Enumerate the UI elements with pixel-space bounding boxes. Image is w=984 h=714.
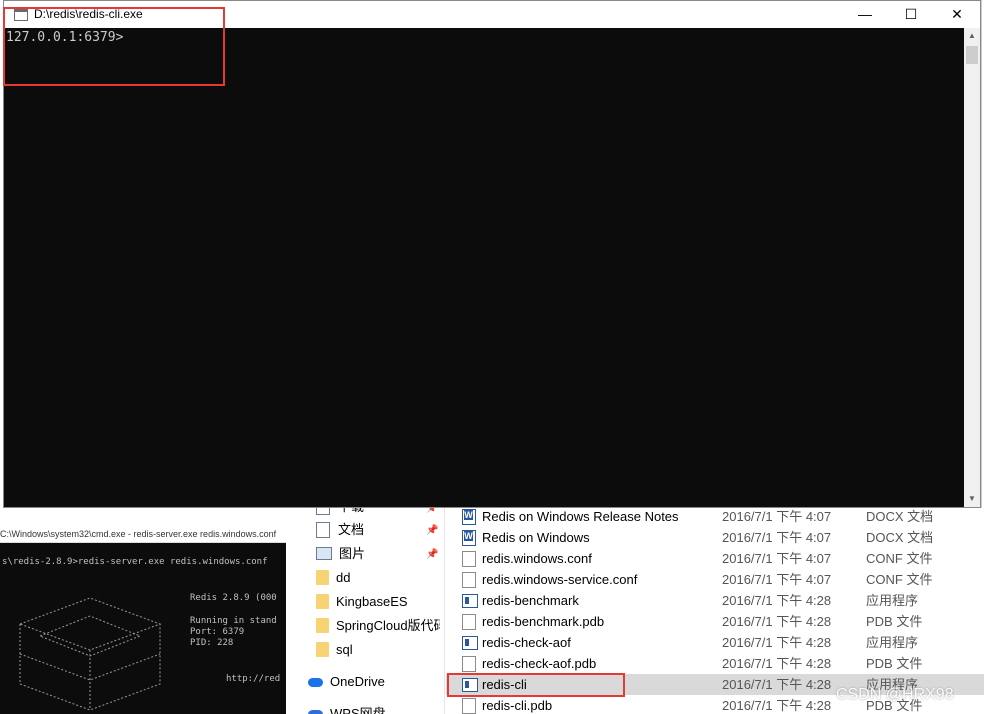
file-icon — [462, 698, 476, 714]
file-row-service-conf[interactable]: redis.windows-service.conf 2016/7/1 下午 4:… — [446, 569, 984, 590]
exe-icon — [462, 594, 478, 608]
file-type: PDB 文件 — [866, 614, 923, 629]
folder-icon — [316, 642, 329, 658]
nav-item-label: sql — [336, 642, 353, 657]
nav-item-pictures[interactable]: 图片 — [316, 543, 365, 565]
document-icon — [316, 521, 330, 538]
file-date: 2016/7/1 下午 4:28 — [722, 593, 832, 608]
pin-icon[interactable]: 📌 — [426, 525, 438, 536]
file-row-redis-check-aof[interactable]: redis-check-aof 2016/7/1 下午 4:28 应用程序 — [446, 632, 984, 653]
folder-icon — [316, 570, 329, 586]
redis-pid-text: PID: 228 — [190, 638, 234, 648]
nav-item-dd[interactable]: dd — [316, 567, 350, 589]
file-date: 2016/7/1 下午 4:28 — [722, 677, 832, 692]
nav-item-onedrive[interactable]: OneDrive — [308, 671, 385, 693]
file-icon — [462, 614, 476, 630]
file-name: Redis on Windows Release Notes — [482, 509, 679, 524]
file-type: DOCX 文档 — [866, 509, 934, 524]
file-date: 2016/7/1 下午 4:07 — [722, 530, 832, 545]
file-row-redis-on-windows[interactable]: Redis on Windows 2016/7/1 下午 4:07 DOCX 文档 — [446, 527, 984, 548]
file-date: 2016/7/1 下午 4:07 — [722, 572, 832, 587]
file-row-windows-conf[interactable]: redis.windows.conf 2016/7/1 下午 4:07 CONF 文… — [446, 548, 984, 569]
file-name: Redis on Windows — [482, 530, 590, 545]
file-date: 2016/7/1 下午 4:28 — [722, 656, 832, 671]
scroll-thumb[interactable] — [966, 46, 978, 64]
nav-item-wps[interactable]: WPS网盘 — [308, 703, 386, 714]
file-type: 应用程序 — [866, 593, 919, 608]
nav-item-sql[interactable]: sql — [316, 639, 353, 661]
exe-icon — [462, 636, 478, 650]
nav-item-label: 文档 — [338, 522, 365, 537]
scroll-up-icon[interactable]: ▲ — [964, 28, 980, 44]
file-name: redis.windows-service.conf — [482, 572, 638, 587]
nav-item-label: dd — [336, 570, 351, 585]
wps-icon — [308, 710, 323, 714]
nav-item-documents[interactable]: 文档 — [316, 519, 364, 541]
nav-item-kingbasees[interactable]: KingbaseES — [316, 591, 408, 613]
file-type: CONF 文件 — [866, 572, 933, 587]
file-row-check-aof-pdb[interactable]: redis-check-aof.pdb 2016/7/1 下午 4:28 PDB 文… — [446, 653, 984, 674]
redis-version-text: Redis 2.8.9 (000 — [190, 593, 277, 603]
file-type: PDB 文件 — [866, 656, 923, 671]
nav-item-springcloud[interactable]: SpringCloud版代码 — [316, 615, 440, 637]
file-date: 2016/7/1 下午 4:07 — [722, 509, 832, 524]
folder-icon — [316, 594, 329, 610]
nav-item-label: SpringCloud版代码 — [336, 618, 440, 633]
redis-mode-text: Running in stand — [190, 616, 277, 626]
maximize-button[interactable]: ☐ — [888, 1, 934, 28]
annotation-box-prompt — [3, 7, 225, 86]
nav-item-label: 图片 — [339, 546, 366, 561]
minimize-button[interactable]: — — [842, 1, 888, 28]
word-icon — [462, 509, 476, 525]
cmd-command-line: s\redis-2.8.9>redis-server.exe redis.win… — [2, 557, 268, 567]
file-name: redis-benchmark — [482, 593, 579, 608]
nav-item-label: OneDrive — [330, 674, 385, 689]
console-area[interactable]: 127.0.0.1:6379> — [4, 28, 964, 507]
file-name: redis-check-aof — [482, 635, 571, 650]
file-row-release-notes[interactable]: Redis on Windows Release Notes 2016/7/1 下… — [446, 506, 984, 527]
file-row-benchmark-pdb[interactable]: redis-benchmark.pdb 2016/7/1 下午 4:28 PDB 文… — [446, 611, 984, 632]
vertical-scrollbar[interactable]: ▲ ▼ — [964, 28, 980, 507]
cmd-window-title[interactable]: C:\Windows\system32\cmd.exe - redis-serv… — [0, 526, 286, 543]
nav-item-label: KingbaseES — [336, 594, 408, 609]
redis-server-cmd-window[interactable]: C:\Windows\system32\cmd.exe - redis-serv… — [0, 526, 286, 714]
redis-url-text: http://red — [226, 674, 281, 684]
file-icon — [462, 572, 476, 588]
file-date: 2016/7/1 下午 4:28 — [722, 635, 832, 650]
file-icon — [462, 551, 476, 567]
picture-icon — [316, 547, 332, 561]
file-icon — [462, 656, 476, 672]
file-name: redis-benchmark.pdb — [482, 614, 605, 629]
redis-port-text: Port: 6379 — [190, 627, 245, 637]
file-name: redis.windows.conf — [482, 551, 592, 566]
pin-icon[interactable]: 📌 — [426, 549, 438, 560]
annotation-box-redis-cli — [447, 673, 625, 697]
scroll-down-icon[interactable]: ▼ — [964, 491, 980, 507]
file-date: 2016/7/1 下午 4:28 — [722, 698, 832, 713]
file-name: redis-cli.pdb — [482, 698, 553, 713]
close-button[interactable]: ✕ — [934, 1, 980, 28]
file-type: 应用程序 — [866, 635, 919, 650]
onedrive-icon — [308, 678, 323, 688]
file-date: 2016/7/1 下午 4:07 — [722, 551, 832, 566]
file-type: DOCX 文档 — [866, 530, 934, 545]
file-type: CONF 文件 — [866, 551, 933, 566]
redis-ascii-logo — [18, 597, 162, 711]
file-date: 2016/7/1 下午 4:28 — [722, 614, 832, 629]
file-row-redis-benchmark[interactable]: redis-benchmark 2016/7/1 下午 4:28 应用程序 — [446, 590, 984, 611]
csdn-watermark: CSDN @HRX98 — [836, 686, 954, 703]
word-icon — [462, 530, 476, 546]
file-explorer-window[interactable]: 下载 📌 文档 📌 图片 📌 dd KingbaseES SpringCloud… — [286, 500, 984, 714]
folder-icon — [316, 618, 329, 634]
navigation-pane[interactable]: 下载 📌 文档 📌 图片 📌 dd KingbaseES SpringCloud… — [286, 500, 445, 714]
file-name: redis-check-aof.pdb — [482, 656, 597, 671]
nav-item-label: WPS网盘 — [330, 706, 386, 714]
